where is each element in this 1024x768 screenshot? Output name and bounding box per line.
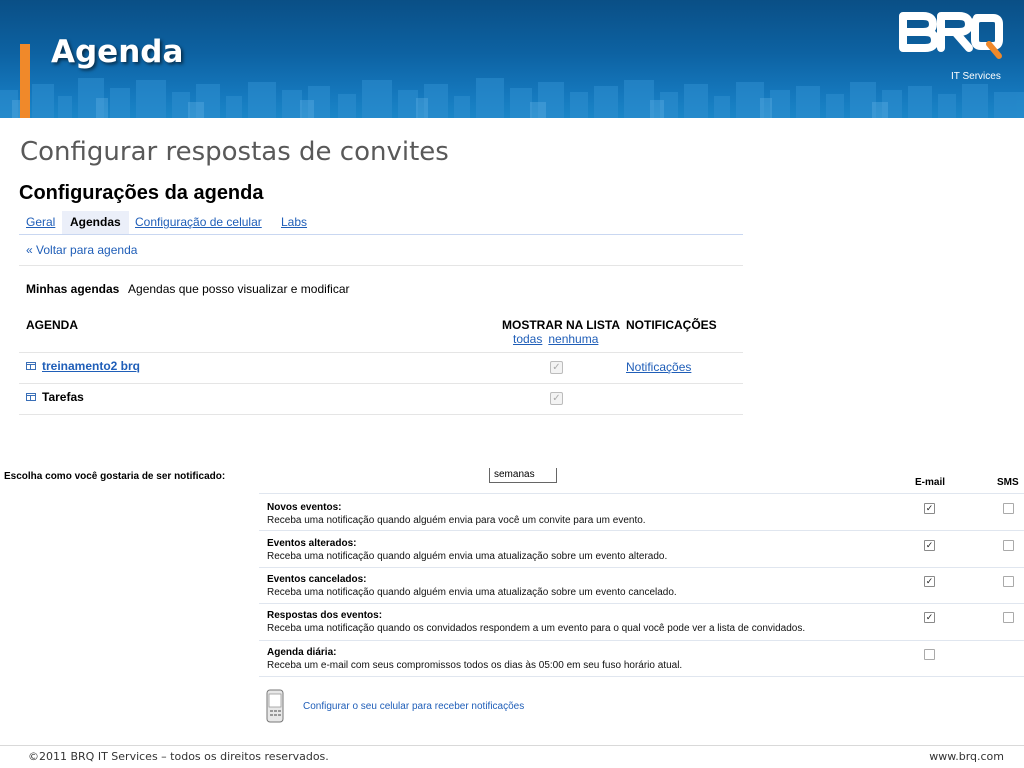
notification-row: Novos eventos: Receba uma notificação qu…: [259, 493, 1024, 530]
show-in-list-links: todas nenhuma: [513, 332, 604, 346]
header-banner: Agenda IT Services: [0, 0, 1024, 118]
email-checkbox[interactable]: ✓: [924, 540, 935, 551]
tab-calendars[interactable]: Agendas: [62, 211, 129, 234]
column-header-show-in-list: MOSTRAR NA LISTA: [502, 318, 620, 332]
calendar-icon: [26, 393, 36, 401]
email-checkbox[interactable]: ✓: [924, 649, 935, 660]
divider: [19, 383, 743, 384]
tab-labs[interactable]: Labs: [281, 211, 307, 234]
mobile-phone-icon: [266, 689, 284, 723]
show-in-list-checkbox: ✓: [550, 392, 563, 405]
calendar-settings-heading: Configurações da agenda: [19, 182, 264, 204]
sms-checkbox[interactable]: ✓: [1003, 576, 1014, 587]
notification-desc: Receba uma notificação quando alguém env…: [267, 515, 646, 526]
email-checkbox[interactable]: ✓: [924, 503, 935, 514]
orange-accent-bar: [20, 44, 30, 118]
show-none-link[interactable]: nenhuma: [548, 332, 598, 346]
sms-column-header: SMS: [997, 477, 1019, 488]
my-calendars-label: Minhas agendas: [26, 282, 120, 296]
footer-website: www.brq.com: [929, 750, 1004, 763]
notification-title: Agenda diária:: [267, 647, 337, 658]
footer-divider: [0, 745, 1024, 746]
divider: [19, 352, 743, 353]
notification-title: Respostas dos eventos:: [267, 610, 383, 621]
show-all-link[interactable]: todas: [513, 332, 542, 346]
reminder-units-select[interactable]: semanas: [489, 468, 557, 483]
notification-row: Respostas dos eventos: Receba uma notifi…: [259, 603, 1024, 640]
notification-row: Eventos alterados: Receba uma notificaçã…: [259, 530, 1024, 567]
notification-desc: Receba uma notificação quando alguém env…: [267, 551, 668, 562]
brq-logo: [899, 12, 1003, 59]
show-in-list-checkbox: ✓: [550, 361, 563, 374]
slide-title: Agenda: [51, 34, 184, 70]
notification-choice-label: Escolha como você gostaria de ser notifi…: [4, 471, 226, 482]
calendar-name-link[interactable]: treinamento2 brq: [42, 359, 140, 373]
notifications-link[interactable]: Notificações: [626, 360, 691, 374]
logo-subtitle: IT Services: [951, 71, 1001, 82]
column-header-notifications: NOTIFICAÇÕES: [626, 318, 717, 332]
notification-title: Eventos cancelados:: [267, 574, 367, 585]
tab-general[interactable]: Geral: [26, 211, 55, 234]
configure-mobile-link[interactable]: Configurar o seu celular para receber no…: [303, 701, 524, 712]
notification-desc: Receba um e-mail com seus compromissos t…: [267, 660, 683, 671]
settings-tabs: Geral Agendas Configuração de celular La…: [19, 211, 743, 235]
notification-row: Agenda diária: Receba um e-mail com seus…: [259, 640, 1024, 677]
back-to-calendar-link[interactable]: « Voltar para agenda: [26, 243, 137, 257]
calendar-row: treinamento2 brq: [26, 359, 140, 373]
sms-checkbox[interactable]: ✓: [1003, 612, 1014, 623]
email-checkbox[interactable]: ✓: [924, 576, 935, 587]
notification-desc: Receba uma notificação quando alguém env…: [267, 587, 677, 598]
footer-copyright: ©2011 BRQ IT Services – todos os direito…: [28, 750, 329, 763]
sms-checkbox[interactable]: ✓: [1003, 503, 1014, 514]
calendar-row: Tarefas: [26, 390, 84, 404]
slide-subtitle: Configurar respostas de convites: [20, 137, 449, 167]
calendar-icon: [26, 362, 36, 370]
my-calendars-desc: Agendas que posso visualizar e modificar: [128, 282, 350, 296]
email-checkbox[interactable]: ✓: [924, 612, 935, 623]
notification-title: Eventos alterados:: [267, 538, 357, 549]
my-calendars-section: Minhas agendas Agendas que posso visuali…: [26, 282, 350, 296]
divider: [19, 265, 743, 266]
tab-mobile-setup[interactable]: Configuração de celular: [135, 211, 262, 234]
sms-checkbox[interactable]: ✓: [1003, 540, 1014, 551]
calendar-name: Tarefas: [42, 390, 84, 404]
column-header-agenda: AGENDA: [26, 318, 79, 332]
notification-desc: Receba uma notificação quando os convida…: [267, 623, 806, 634]
divider: [19, 414, 743, 415]
notification-title: Novos eventos:: [267, 502, 342, 513]
email-column-header: E-mail: [915, 477, 946, 488]
notification-row: Eventos cancelados: Receba uma notificaç…: [259, 567, 1024, 603]
